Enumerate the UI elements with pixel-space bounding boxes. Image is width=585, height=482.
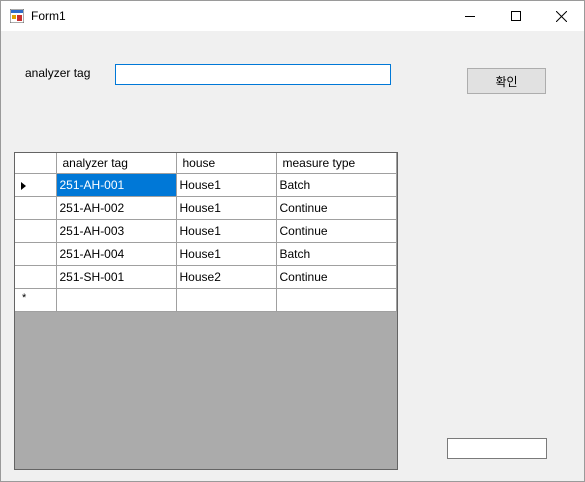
table-row[interactable]: 251-SH-001 House2 Continue — [15, 264, 397, 289]
table-row[interactable]: 251-AH-004 House1 Batch — [15, 241, 397, 266]
cell-house[interactable]: House1 — [175, 195, 277, 220]
cell-analyzer-tag[interactable]: 251-SH-001 — [55, 264, 177, 289]
cell-house[interactable]: House1 — [175, 218, 277, 243]
close-button[interactable] — [538, 1, 584, 31]
row-header[interactable] — [15, 195, 57, 220]
cell-measure-type[interactable]: Continue — [275, 195, 397, 220]
current-row-arrow-icon — [21, 181, 26, 190]
title-bar: Form1 — [1, 1, 584, 31]
cell-house[interactable] — [175, 287, 277, 312]
column-header-analyzer-tag[interactable]: analyzer tag — [55, 153, 177, 174]
cell-analyzer-tag[interactable]: 251-AH-004 — [55, 241, 177, 266]
form-window: Form1 analyzer tag 확인 analyzer tag house… — [0, 0, 585, 482]
row-header[interactable] — [15, 264, 57, 289]
row-header[interactable] — [15, 241, 57, 266]
column-header-measure-type[interactable]: measure type — [275, 153, 397, 174]
analyzer-tag-input[interactable] — [115, 64, 391, 85]
row-header[interactable]: * — [15, 287, 57, 312]
maximize-icon — [511, 11, 521, 21]
row-header[interactable] — [15, 172, 57, 197]
table-row[interactable]: 251-AH-003 House1 Continue — [15, 218, 397, 243]
secondary-input[interactable] — [447, 438, 547, 459]
minimize-icon — [465, 16, 475, 17]
cell-measure-type[interactable]: Batch — [275, 172, 397, 197]
cell-house[interactable]: House1 — [175, 241, 277, 266]
cell-analyzer-tag[interactable] — [55, 287, 177, 312]
data-grid[interactable]: analyzer tag house measure type 251-AH-0… — [14, 152, 398, 470]
new-row-marker-icon: * — [22, 291, 27, 304]
cell-house[interactable]: House1 — [175, 172, 277, 197]
cell-analyzer-tag[interactable]: 251-AH-002 — [55, 195, 177, 220]
minimize-button[interactable] — [447, 1, 493, 31]
column-header-house[interactable]: house — [175, 153, 277, 174]
table-row[interactable]: 251-AH-001 House1 Batch — [15, 172, 397, 197]
corner-header[interactable] — [15, 153, 57, 174]
new-row[interactable]: * — [15, 287, 397, 312]
cell-measure-type[interactable]: Continue — [275, 218, 397, 243]
close-icon — [555, 10, 567, 22]
app-icon — [9, 8, 25, 24]
cell-measure-type[interactable] — [275, 287, 397, 312]
cell-measure-type[interactable]: Continue — [275, 264, 397, 289]
cell-analyzer-tag[interactable]: 251-AH-001 — [55, 172, 177, 197]
row-header[interactable] — [15, 218, 57, 243]
cell-house[interactable]: House2 — [175, 264, 277, 289]
maximize-button[interactable] — [493, 1, 539, 31]
confirm-button[interactable]: 확인 — [467, 68, 546, 94]
cell-analyzer-tag[interactable]: 251-AH-003 — [55, 218, 177, 243]
window-title: Form1 — [31, 9, 66, 23]
table-row[interactable]: 251-AH-002 House1 Continue — [15, 195, 397, 220]
cell-measure-type[interactable]: Batch — [275, 241, 397, 266]
analyzer-tag-label: analyzer tag — [25, 66, 91, 80]
